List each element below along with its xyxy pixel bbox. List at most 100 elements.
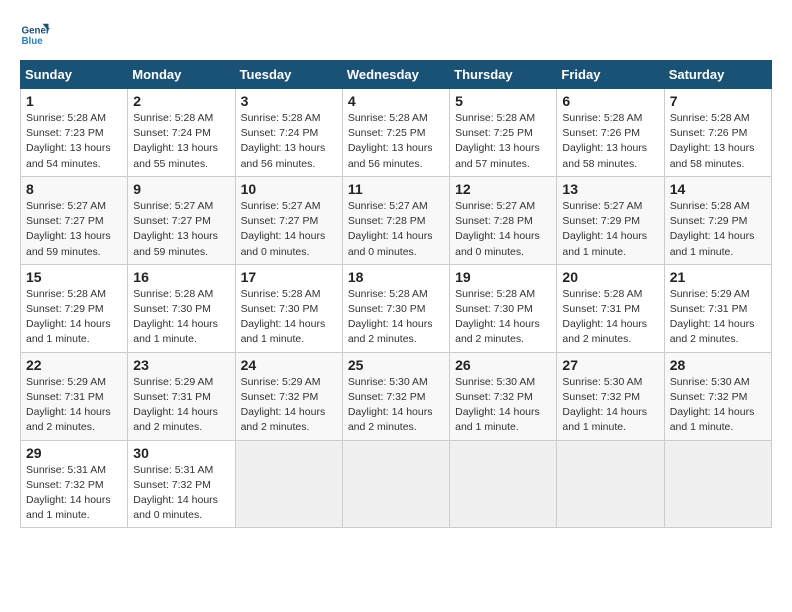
sunrise-label: Sunrise: 5:29 AM [26, 376, 106, 388]
day-number: 5 [455, 93, 551, 109]
day-info: Sunrise: 5:28 AM Sunset: 7:29 PM Dayligh… [670, 199, 766, 260]
sunset-label: Sunset: 7:29 PM [562, 215, 640, 227]
sunrise-label: Sunrise: 5:27 AM [241, 200, 321, 212]
calendar-day-cell: 3 Sunrise: 5:28 AM Sunset: 7:24 PM Dayli… [235, 89, 342, 177]
daylight-label: Daylight: 14 hours and 0 minutes. [241, 230, 326, 257]
day-info: Sunrise: 5:28 AM Sunset: 7:30 PM Dayligh… [241, 287, 337, 348]
calendar-day-cell: 20 Sunrise: 5:28 AM Sunset: 7:31 PM Dayl… [557, 264, 664, 352]
day-number: 6 [562, 93, 658, 109]
calendar-day-cell: 11 Sunrise: 5:27 AM Sunset: 7:28 PM Dayl… [342, 176, 449, 264]
day-number: 21 [670, 269, 766, 285]
day-of-week-header: Thursday [450, 61, 557, 89]
day-number: 2 [133, 93, 229, 109]
calendar-day-cell: 19 Sunrise: 5:28 AM Sunset: 7:30 PM Dayl… [450, 264, 557, 352]
sunset-label: Sunset: 7:30 PM [348, 303, 426, 315]
calendar-day-cell: 22 Sunrise: 5:29 AM Sunset: 7:31 PM Dayl… [21, 352, 128, 440]
sunset-label: Sunset: 7:28 PM [455, 215, 533, 227]
sunset-label: Sunset: 7:32 PM [241, 391, 319, 403]
daylight-label: Daylight: 14 hours and 1 minute. [133, 318, 218, 345]
calendar-day-cell: 4 Sunrise: 5:28 AM Sunset: 7:25 PM Dayli… [342, 89, 449, 177]
sunrise-label: Sunrise: 5:28 AM [348, 112, 428, 124]
daylight-label: Daylight: 14 hours and 2 minutes. [670, 318, 755, 345]
sunset-label: Sunset: 7:31 PM [562, 303, 640, 315]
day-number: 24 [241, 357, 337, 373]
day-number: 8 [26, 181, 122, 197]
calendar-day-cell: 12 Sunrise: 5:27 AM Sunset: 7:28 PM Dayl… [450, 176, 557, 264]
day-info: Sunrise: 5:28 AM Sunset: 7:26 PM Dayligh… [670, 111, 766, 172]
day-info: Sunrise: 5:27 AM Sunset: 7:27 PM Dayligh… [26, 199, 122, 260]
day-number: 14 [670, 181, 766, 197]
day-info: Sunrise: 5:31 AM Sunset: 7:32 PM Dayligh… [133, 463, 229, 524]
day-info: Sunrise: 5:30 AM Sunset: 7:32 PM Dayligh… [348, 375, 444, 436]
day-info: Sunrise: 5:27 AM Sunset: 7:28 PM Dayligh… [455, 199, 551, 260]
day-info: Sunrise: 5:28 AM Sunset: 7:25 PM Dayligh… [455, 111, 551, 172]
daylight-label: Daylight: 14 hours and 2 minutes. [562, 318, 647, 345]
calendar-week-row: 15 Sunrise: 5:28 AM Sunset: 7:29 PM Dayl… [21, 264, 772, 352]
daylight-label: Daylight: 14 hours and 2 minutes. [348, 318, 433, 345]
daylight-label: Daylight: 13 hours and 56 minutes. [241, 142, 326, 169]
sunrise-label: Sunrise: 5:29 AM [241, 376, 321, 388]
sunrise-label: Sunrise: 5:30 AM [348, 376, 428, 388]
daylight-label: Daylight: 14 hours and 1 minute. [26, 494, 111, 521]
sunset-label: Sunset: 7:32 PM [133, 479, 211, 491]
calendar-day-cell: 26 Sunrise: 5:30 AM Sunset: 7:32 PM Dayl… [450, 352, 557, 440]
day-number: 7 [670, 93, 766, 109]
logo-icon: General Blue [20, 20, 50, 50]
calendar-day-cell: 21 Sunrise: 5:29 AM Sunset: 7:31 PM Dayl… [664, 264, 771, 352]
daylight-label: Daylight: 13 hours and 56 minutes. [348, 142, 433, 169]
calendar-day-cell [664, 440, 771, 528]
day-of-week-header: Wednesday [342, 61, 449, 89]
calendar-week-row: 29 Sunrise: 5:31 AM Sunset: 7:32 PM Dayl… [21, 440, 772, 528]
day-number: 25 [348, 357, 444, 373]
day-info: Sunrise: 5:27 AM Sunset: 7:27 PM Dayligh… [241, 199, 337, 260]
daylight-label: Daylight: 14 hours and 1 minute. [562, 230, 647, 257]
sunrise-label: Sunrise: 5:28 AM [455, 112, 535, 124]
day-number: 4 [348, 93, 444, 109]
calendar-day-cell: 16 Sunrise: 5:28 AM Sunset: 7:30 PM Dayl… [128, 264, 235, 352]
calendar-day-cell: 14 Sunrise: 5:28 AM Sunset: 7:29 PM Dayl… [664, 176, 771, 264]
sunset-label: Sunset: 7:25 PM [455, 127, 533, 139]
sunset-label: Sunset: 7:31 PM [133, 391, 211, 403]
sunset-label: Sunset: 7:32 PM [348, 391, 426, 403]
sunset-label: Sunset: 7:24 PM [241, 127, 319, 139]
day-of-week-header: Saturday [664, 61, 771, 89]
day-number: 11 [348, 181, 444, 197]
daylight-label: Daylight: 14 hours and 2 minutes. [455, 318, 540, 345]
daylight-label: Daylight: 14 hours and 1 minute. [455, 406, 540, 433]
calendar-day-cell: 23 Sunrise: 5:29 AM Sunset: 7:31 PM Dayl… [128, 352, 235, 440]
sunrise-label: Sunrise: 5:27 AM [26, 200, 106, 212]
sunrise-label: Sunrise: 5:28 AM [562, 112, 642, 124]
svg-text:Blue: Blue [22, 36, 44, 47]
day-info: Sunrise: 5:27 AM Sunset: 7:27 PM Dayligh… [133, 199, 229, 260]
sunrise-label: Sunrise: 5:28 AM [455, 288, 535, 300]
day-number: 30 [133, 445, 229, 461]
sunrise-label: Sunrise: 5:31 AM [133, 464, 213, 476]
sunset-label: Sunset: 7:31 PM [670, 303, 748, 315]
day-info: Sunrise: 5:27 AM Sunset: 7:29 PM Dayligh… [562, 199, 658, 260]
sunrise-label: Sunrise: 5:28 AM [348, 288, 428, 300]
day-number: 12 [455, 181, 551, 197]
daylight-label: Daylight: 14 hours and 2 minutes. [348, 406, 433, 433]
calendar-day-cell [450, 440, 557, 528]
day-info: Sunrise: 5:28 AM Sunset: 7:30 PM Dayligh… [455, 287, 551, 348]
sunrise-label: Sunrise: 5:28 AM [562, 288, 642, 300]
day-info: Sunrise: 5:28 AM Sunset: 7:25 PM Dayligh… [348, 111, 444, 172]
sunset-label: Sunset: 7:30 PM [133, 303, 211, 315]
day-info: Sunrise: 5:31 AM Sunset: 7:32 PM Dayligh… [26, 463, 122, 524]
sunrise-label: Sunrise: 5:27 AM [348, 200, 428, 212]
calendar-day-cell: 10 Sunrise: 5:27 AM Sunset: 7:27 PM Dayl… [235, 176, 342, 264]
sunset-label: Sunset: 7:28 PM [348, 215, 426, 227]
sunset-label: Sunset: 7:27 PM [133, 215, 211, 227]
daylight-label: Daylight: 14 hours and 1 minute. [26, 318, 111, 345]
day-number: 13 [562, 181, 658, 197]
day-info: Sunrise: 5:29 AM Sunset: 7:31 PM Dayligh… [670, 287, 766, 348]
calendar-table: SundayMondayTuesdayWednesdayThursdayFrid… [20, 60, 772, 528]
day-number: 10 [241, 181, 337, 197]
calendar-day-cell: 8 Sunrise: 5:27 AM Sunset: 7:27 PM Dayli… [21, 176, 128, 264]
day-number: 23 [133, 357, 229, 373]
calendar-day-cell: 17 Sunrise: 5:28 AM Sunset: 7:30 PM Dayl… [235, 264, 342, 352]
sunrise-label: Sunrise: 5:28 AM [26, 288, 106, 300]
sunrise-label: Sunrise: 5:28 AM [670, 200, 750, 212]
sunrise-label: Sunrise: 5:27 AM [562, 200, 642, 212]
day-number: 26 [455, 357, 551, 373]
